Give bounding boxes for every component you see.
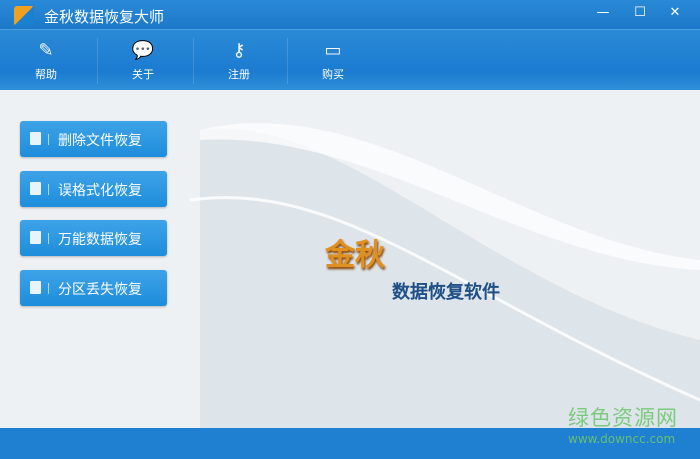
credit-card-icon: ▭ — [324, 40, 342, 61]
brand-name: 金秋 — [325, 238, 385, 273]
buy-label: 购买 — [322, 68, 344, 81]
divider — [193, 38, 194, 84]
app-logo-icon — [14, 6, 34, 26]
watermark-name: 绿色资源网 — [568, 406, 678, 430]
partition-recovery-button[interactable]: 分区丢失恢复 — [20, 270, 167, 306]
nav-label: 删除文件恢复 — [58, 133, 142, 149]
maximize-button[interactable]: ☐ — [627, 3, 653, 23]
nav-label: 万能数据恢复 — [58, 232, 142, 248]
help-label: 帮助 — [35, 68, 57, 81]
divider — [97, 38, 98, 84]
universal-recovery-button[interactable]: 万能数据恢复 — [20, 220, 167, 256]
chat-bubbles-icon: 💬 — [131, 40, 155, 61]
key-icon: ⚷ — [232, 40, 246, 61]
divider — [48, 233, 49, 244]
nav-label: 误格式化恢复 — [58, 183, 142, 199]
about-button[interactable]: 💬 关于 — [103, 30, 183, 90]
format-icon — [30, 182, 41, 195]
register-label: 注册 — [228, 68, 250, 81]
brand-subtitle: 数据恢复软件 — [392, 282, 500, 303]
minimize-button[interactable]: — — [590, 3, 616, 23]
trash-icon — [30, 132, 41, 145]
buy-button[interactable]: ▭ 购买 — [293, 30, 373, 90]
toolbar: ✎ 帮助 💬 关于 ⚷ 注册 ▭ 购买 — [0, 30, 700, 90]
brush-icon: ✎ — [38, 40, 54, 61]
app-title: 金秋数据恢复大师 — [44, 8, 165, 26]
deleted-file-recovery-button[interactable]: 删除文件恢复 — [20, 121, 167, 157]
help-button[interactable]: ✎ 帮助 — [6, 30, 86, 90]
divider — [287, 38, 288, 84]
nav-label: 分区丢失恢复 — [58, 282, 142, 298]
divider — [48, 283, 49, 294]
watermark-url: www.downcc.com — [568, 432, 676, 446]
background-swoosh — [190, 123, 700, 428]
about-label: 关于 — [132, 68, 154, 81]
register-button[interactable]: ⚷ 注册 — [199, 30, 279, 90]
divider — [48, 134, 49, 145]
divider — [48, 184, 49, 195]
file-gear-icon — [30, 231, 41, 244]
close-button[interactable]: ✕ — [662, 3, 688, 23]
partition-icon — [30, 281, 41, 294]
title-bar: 金秋数据恢复大师 — ☐ ✕ — [0, 0, 700, 30]
format-recovery-button[interactable]: 误格式化恢复 — [20, 171, 167, 207]
